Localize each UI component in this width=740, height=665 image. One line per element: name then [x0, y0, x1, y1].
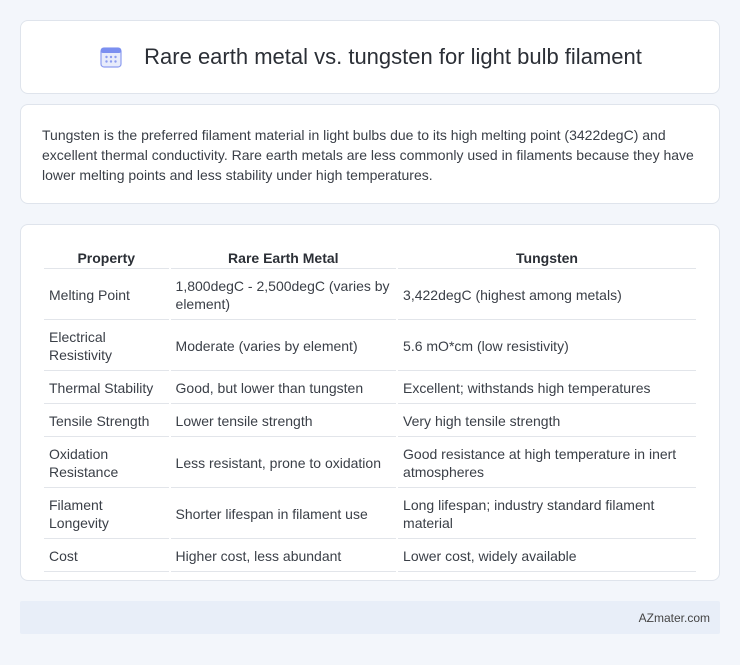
intro-text: Tungsten is the preferred filament mater… — [42, 127, 694, 183]
cell-property: Oxidation Resistance — [44, 439, 169, 488]
cell-rare-earth: 1,800degC - 2,500degC (varies by element… — [170, 271, 397, 320]
table-row: Electrical Resistivity Moderate (varies … — [44, 322, 696, 371]
table-header-row: Property Rare Earth Metal Tungsten — [44, 247, 696, 269]
cell-tungsten: Good resistance at high temperature in i… — [398, 439, 696, 488]
cell-rare-earth: Good, but lower than tungsten — [170, 373, 397, 404]
footer-brand[interactable]: AZmater.com — [639, 611, 710, 625]
intro-card: Tungsten is the preferred filament mater… — [20, 104, 720, 204]
header-rare-earth: Rare Earth Metal — [170, 247, 397, 269]
cell-property: Filament Longevity — [44, 490, 169, 539]
cell-tungsten: Long lifespan; industry standard filamen… — [398, 490, 696, 539]
cell-tungsten: 3,422degC (highest among metals) — [398, 271, 696, 320]
table-row: Oxidation Resistance Less resistant, pro… — [44, 439, 696, 488]
table-row: Thermal Stability Good, but lower than t… — [44, 373, 696, 404]
footer: AZmater.com — [20, 601, 720, 634]
comparison-table: Property Rare Earth Metal Tungsten Melti… — [42, 245, 698, 574]
cell-rare-earth: Less resistant, prone to oxidation — [170, 439, 397, 488]
table-row: Cost Higher cost, less abundant Lower co… — [44, 541, 696, 572]
calendar-icon — [100, 47, 122, 68]
header-property: Property — [44, 247, 169, 269]
cell-tungsten: 5.6 mO*cm (low resistivity) — [398, 322, 696, 371]
cell-rare-earth: Moderate (varies by element) — [170, 322, 397, 371]
cell-rare-earth: Lower tensile strength — [170, 406, 397, 437]
cell-property: Thermal Stability — [44, 373, 169, 404]
cell-property: Melting Point — [44, 271, 169, 320]
cell-tungsten: Lower cost, widely available — [398, 541, 696, 572]
table-row: Filament Longevity Shorter lifespan in f… — [44, 490, 696, 539]
cell-property: Electrical Resistivity — [44, 322, 169, 371]
cell-rare-earth: Shorter lifespan in filament use — [170, 490, 397, 539]
table-row: Melting Point 1,800degC - 2,500degC (var… — [44, 271, 696, 320]
page-title: Rare earth metal vs. tungsten for light … — [144, 44, 642, 69]
cell-rare-earth: Higher cost, less abundant — [170, 541, 397, 572]
cell-tungsten: Excellent; withstands high temperatures — [398, 373, 696, 404]
cell-property: Tensile Strength — [44, 406, 169, 437]
title-card: Rare earth metal vs. tungsten for light … — [20, 20, 720, 94]
table-row: Tensile Strength Lower tensile strength … — [44, 406, 696, 437]
cell-tungsten: Very high tensile strength — [398, 406, 696, 437]
cell-property: Cost — [44, 541, 169, 572]
header-tungsten: Tungsten — [398, 247, 696, 269]
comparison-card: Property Rare Earth Metal Tungsten Melti… — [20, 224, 720, 581]
